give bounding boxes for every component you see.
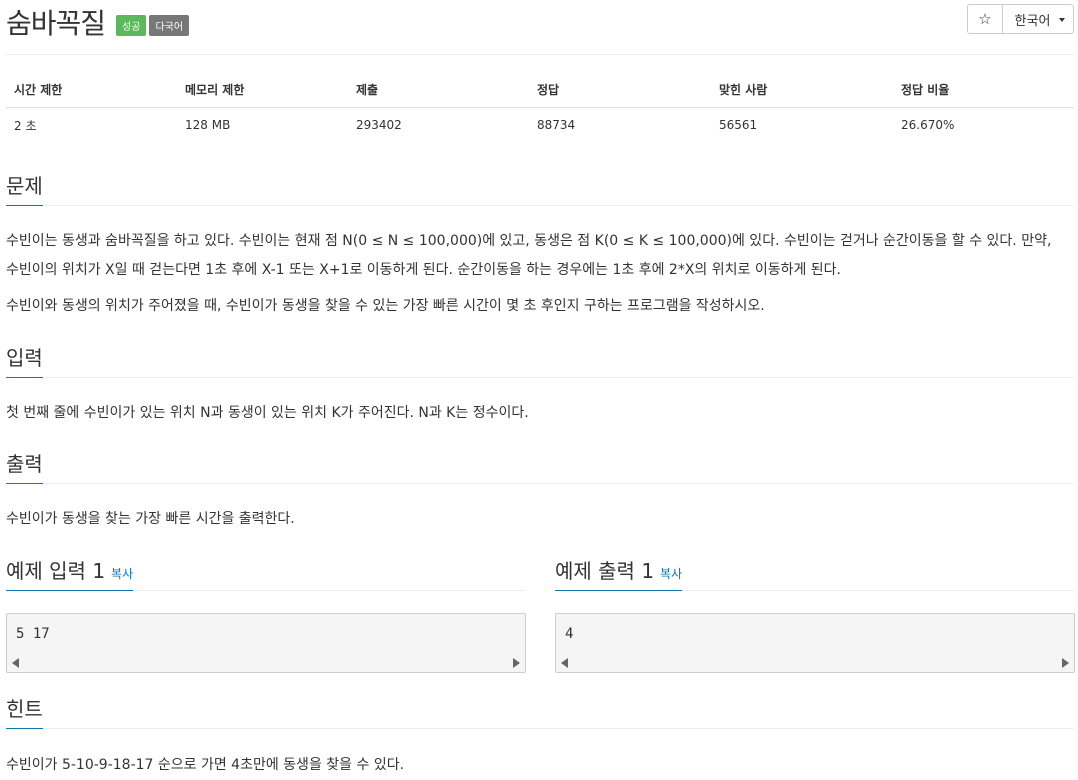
value-solved-users: 56561 bbox=[719, 118, 758, 132]
output-text: 수빈이가 동생을 찾는 가장 빠른 시간을 출력한다. bbox=[6, 511, 295, 527]
sample-output-heading: 예제 출력 1 복사 bbox=[555, 555, 683, 591]
sample-output-section: 예제 출력 1 복사 bbox=[555, 555, 1074, 591]
section-divider bbox=[6, 728, 1074, 729]
header-divider bbox=[6, 54, 1074, 55]
problem-toolbar: ☆ 한국어 bbox=[967, 4, 1074, 34]
star-button[interactable]: ☆ bbox=[967, 4, 1003, 34]
output-section: 출력 bbox=[6, 448, 1074, 484]
sample-input-content: 5 17 bbox=[16, 626, 50, 642]
problem-header: 숨바꼭질 성공 다국어 bbox=[6, 2, 190, 42]
header-ratio: 정답 비율 bbox=[893, 72, 1074, 108]
description-line-1: 수빈이는 동생과 숨바꼭질을 하고 있다. 수빈이는 현재 점 N(0 ≤ N … bbox=[6, 233, 1052, 249]
value-submissions: 293402 bbox=[356, 118, 402, 132]
sample-input-section: 예제 입력 1 복사 bbox=[6, 555, 526, 591]
problem-info-table: 시간 제한 메모리 제한 제출 정답 맞힌 사람 정답 비율 2 초 128 M… bbox=[6, 72, 1074, 142]
status-badge[interactable]: 성공 bbox=[116, 14, 147, 36]
description-section: 문제 bbox=[6, 170, 1074, 206]
info-value-row: 2 초 128 MB 293402 88734 56561 26.670% bbox=[6, 108, 1074, 143]
section-divider bbox=[6, 483, 1074, 484]
section-divider bbox=[6, 377, 1074, 378]
sample-input-title: 예제 입력 1 bbox=[6, 559, 106, 583]
language-dropdown[interactable]: 한국어 bbox=[1003, 4, 1074, 34]
scroll-left-icon[interactable] bbox=[561, 658, 568, 668]
description-paragraph-2: 수빈이와 동생의 위치가 주어졌을 때, 수빈이가 동생을 찾을 수 있는 가장… bbox=[6, 298, 765, 314]
sample-output-content: 4 bbox=[565, 626, 574, 642]
sample-input-copy-link[interactable]: 복사 bbox=[111, 567, 133, 581]
scroll-left-icon[interactable] bbox=[12, 658, 19, 668]
multilang-badge[interactable]: 다국어 bbox=[149, 14, 190, 36]
hint-heading: 힌트 bbox=[6, 693, 43, 729]
caret-down-icon bbox=[1059, 18, 1066, 22]
hint-text: 수빈이가 5-10-9-18-17 순으로 가면 4초만에 동생을 찾을 수 있… bbox=[6, 757, 405, 773]
header-memory-limit: 메모리 제한 bbox=[177, 72, 348, 108]
description-text: 수빈이는 동생과 숨바꼭질을 하고 있다. 수빈이는 현재 점 N(0 ≤ N … bbox=[6, 227, 1064, 285]
output-heading: 출력 bbox=[6, 448, 43, 484]
description-heading: 문제 bbox=[6, 170, 43, 206]
input-heading: 입력 bbox=[6, 342, 43, 378]
horizontal-scrollbar[interactable] bbox=[7, 654, 525, 672]
language-label: 한국어 bbox=[1014, 13, 1051, 29]
input-text: 첫 번째 줄에 수빈이가 있는 위치 N과 동생이 있는 위치 K가 주어진다.… bbox=[6, 405, 529, 421]
scroll-right-icon[interactable] bbox=[1062, 658, 1069, 668]
sample-output-copy-link[interactable]: 복사 bbox=[660, 567, 682, 581]
section-divider bbox=[6, 205, 1074, 206]
input-section: 입력 bbox=[6, 342, 1074, 378]
value-memory-limit: 128 MB bbox=[185, 118, 231, 132]
description-line-2: 수빈이의 위치가 X일 때 걷는다면 1초 후에 X-1 또는 X+1로 이동하… bbox=[6, 262, 842, 278]
header-time-limit: 시간 제한 bbox=[6, 72, 177, 108]
star-icon: ☆ bbox=[978, 10, 992, 28]
sample-output-title: 예제 출력 1 bbox=[555, 559, 655, 583]
sample-output-box[interactable]: 4 bbox=[555, 613, 1075, 673]
sample-input-box[interactable]: 5 17 bbox=[6, 613, 526, 673]
header-solved-users: 맞힌 사람 bbox=[711, 72, 893, 108]
sample-input-heading: 예제 입력 1 복사 bbox=[6, 555, 134, 591]
header-accepted: 정답 bbox=[529, 72, 711, 108]
problem-title: 숨바꼭질 bbox=[6, 7, 106, 40]
header-submissions: 제출 bbox=[348, 72, 529, 108]
value-ratio: 26.670% bbox=[901, 118, 955, 132]
hint-section: 힌트 bbox=[6, 693, 1074, 729]
scroll-right-icon[interactable] bbox=[513, 658, 520, 668]
horizontal-scrollbar[interactable] bbox=[556, 654, 1074, 672]
info-header-row: 시간 제한 메모리 제한 제출 정답 맞힌 사람 정답 비율 bbox=[6, 72, 1074, 108]
value-accepted: 88734 bbox=[537, 118, 576, 132]
value-time-limit: 2 초 bbox=[14, 118, 37, 133]
